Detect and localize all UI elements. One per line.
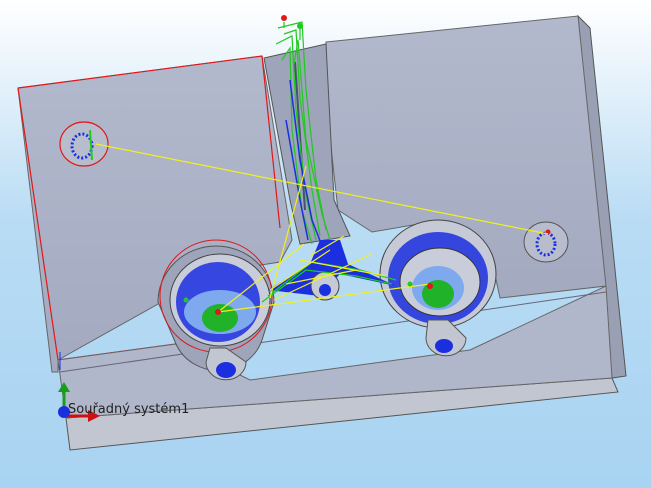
graphics-viewport[interactable]: Souřadný systém1 [0,0,651,488]
tool-start-marker [297,23,303,29]
tool-point-marker [183,297,189,303]
tool-point-marker [407,281,413,287]
tool-point-marker [215,309,221,315]
tool-point-marker [427,283,433,289]
tool-start-marker [281,15,287,21]
coordinate-system-label[interactable]: Souřadný systém1 [68,402,189,417]
left-threaded-hole[interactable] [59,121,109,167]
right-threaded-hole[interactable] [523,221,569,263]
